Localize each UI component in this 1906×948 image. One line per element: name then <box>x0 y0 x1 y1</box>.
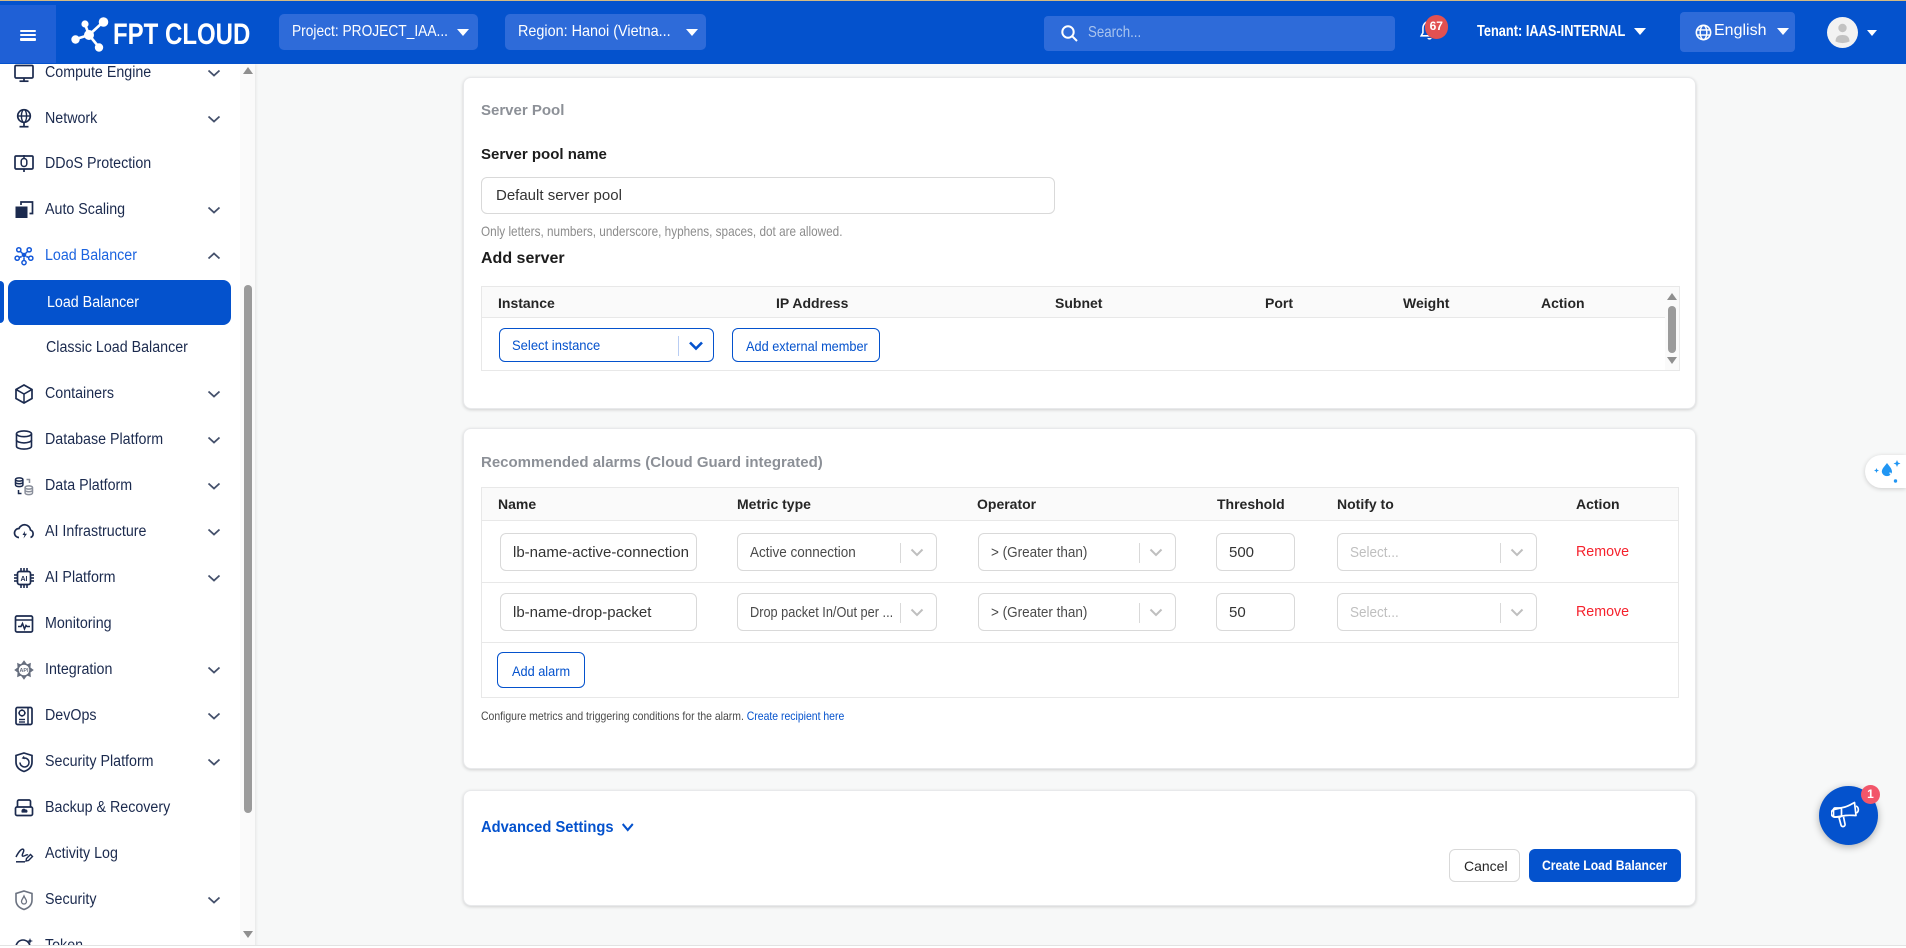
svg-text:API: API <box>20 668 29 674</box>
svg-text:AI: AI <box>21 576 28 583</box>
